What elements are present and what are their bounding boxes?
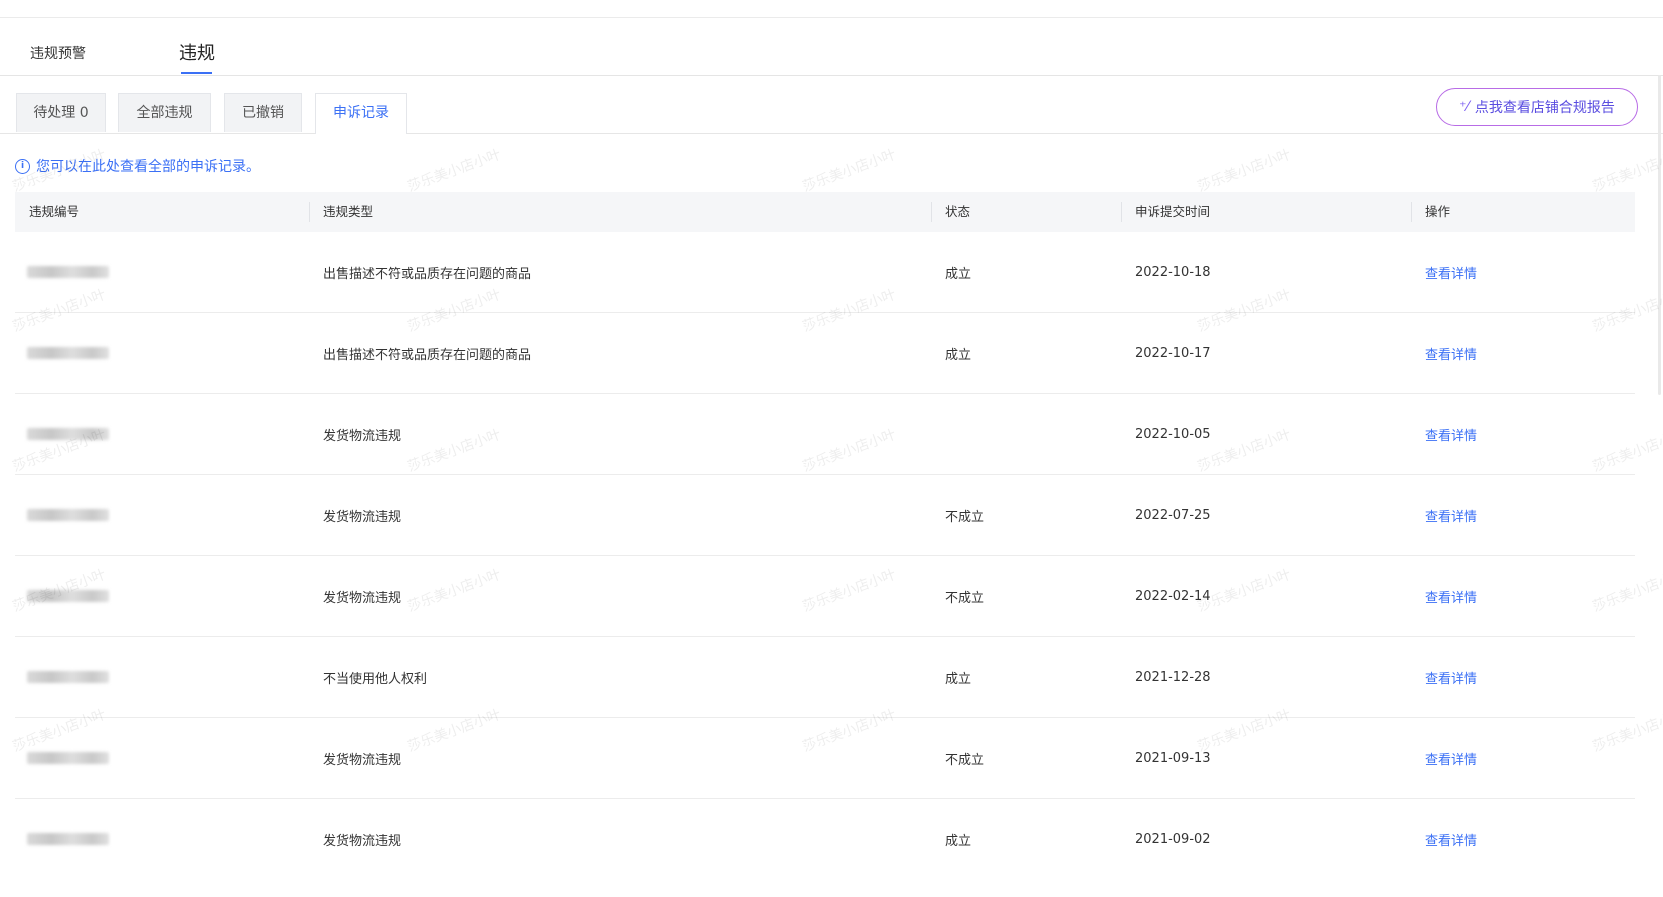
violation-type: 发货物流违规	[323, 509, 402, 525]
submit-time: 2022-10-18	[1135, 264, 1211, 280]
submit-time: 2022-10-05	[1135, 426, 1211, 442]
violation-id-redacted	[15, 752, 309, 764]
submit-time: 2021-12-28	[1135, 669, 1211, 685]
active-tab-indicator	[181, 72, 212, 74]
col-status: 状态	[931, 192, 1121, 232]
tab-violation-warning[interactable]: 违规预警	[30, 43, 86, 63]
col-submit-time: 申诉提交时间	[1121, 192, 1411, 232]
watermark: 莎乐美小店小叶	[1195, 146, 1294, 196]
violation-type: 发货物流违规	[323, 833, 402, 849]
watermark: 莎乐美小店小叶	[800, 146, 899, 196]
table-row: 发货物流违规 不成立 2022-07-25 查看详情	[15, 475, 1635, 556]
view-details-link[interactable]: 查看详情	[1411, 263, 1635, 282]
violation-type: 发货物流违规	[323, 590, 402, 606]
view-details-link[interactable]: 查看详情	[1411, 668, 1635, 687]
subtab-revoked[interactable]: 已撤销	[224, 93, 302, 132]
table-row: 出售描述不符或品质存在问题的商品 成立 2022-10-17 查看详情	[15, 313, 1635, 394]
view-details-link[interactable]: 查看详情	[1411, 344, 1635, 363]
violation-type: 出售描述不符或品质存在问题的商品	[323, 347, 532, 363]
col-violation-id: 违规编号	[29, 204, 80, 219]
status: 成立	[945, 266, 972, 282]
submit-time: 2022-07-25	[1135, 507, 1211, 523]
subtab-all-violations[interactable]: 全部违规	[118, 93, 211, 132]
scrollbar[interactable]	[1658, 75, 1661, 395]
submit-time: 2022-02-14	[1135, 588, 1211, 604]
violation-type: 发货物流违规	[323, 428, 402, 444]
subtab-pending[interactable]: 待处理 0	[16, 93, 106, 132]
violation-id-redacted	[15, 590, 309, 602]
status: 成立	[945, 671, 972, 687]
table-row: 不当使用他人权利 成立 2021-12-28 查看详情	[15, 637, 1635, 718]
view-details-link[interactable]: 查看详情	[1411, 506, 1635, 525]
tab-violation[interactable]: 违规	[179, 39, 215, 65]
main-tabs: 违规预警 违规	[0, 30, 1663, 76]
status: 成立	[945, 833, 972, 849]
status: 不成立	[945, 590, 985, 606]
col-violation-type: 违规类型	[309, 192, 931, 232]
info-text: 您可以在此处查看全部的申诉记录。	[36, 159, 260, 175]
page: 违规预警 违规 待处理 0 全部违规 已撤销 申诉记录 ⁺⁄ 点我查看店铺合规报…	[0, 0, 1663, 897]
sub-tabs: 待处理 0 全部违规 已撤销 申诉记录	[0, 93, 1663, 134]
violation-id-redacted	[15, 266, 309, 278]
watermark: 莎乐美小店小叶	[1590, 146, 1663, 196]
table-row: 发货物流违规 不成立 2021-09-13 查看详情	[15, 718, 1635, 799]
info-icon: i	[15, 158, 30, 174]
sparkle-icon: ⁺⁄	[1459, 99, 1469, 115]
violation-id-redacted	[15, 509, 309, 521]
appeal-table: 违规编号 违规类型 状态 申诉提交时间 操作 出售描述不符或品质存在问题的商品 …	[15, 192, 1635, 879]
table-body: 出售描述不符或品质存在问题的商品 成立 2022-10-18 查看详情 出售描述…	[15, 232, 1635, 879]
info-notice: i 您可以在此处查看全部的申诉记录。	[15, 156, 260, 176]
violation-type: 发货物流违规	[323, 752, 402, 768]
submit-time: 2021-09-13	[1135, 750, 1211, 766]
status: 成立	[945, 347, 972, 363]
table-row: 发货物流违规 不成立 2022-02-14 查看详情	[15, 556, 1635, 637]
top-divider	[0, 17, 1663, 18]
violation-type: 不当使用他人权利	[323, 671, 428, 687]
violation-id-redacted	[15, 833, 309, 845]
subtab-appeal-records[interactable]: 申诉记录	[315, 93, 407, 134]
view-details-link[interactable]: 查看详情	[1411, 587, 1635, 606]
table-row: 发货物流违规 2022-10-05 查看详情	[15, 394, 1635, 475]
submit-time: 2021-09-02	[1135, 831, 1211, 847]
watermark: 莎乐美小店小叶	[405, 146, 504, 196]
violation-type: 出售描述不符或品质存在问题的商品	[323, 266, 532, 282]
col-action: 操作	[1411, 192, 1635, 232]
compliance-report-label: 点我查看店铺合规报告	[1474, 100, 1615, 116]
compliance-report-button[interactable]: ⁺⁄ 点我查看店铺合规报告	[1436, 88, 1638, 126]
table-row: 出售描述不符或品质存在问题的商品 成立 2022-10-18 查看详情	[15, 232, 1635, 313]
view-details-link[interactable]: 查看详情	[1411, 425, 1635, 444]
view-details-link[interactable]: 查看详情	[1411, 749, 1635, 768]
table-header: 违规编号 违规类型 状态 申诉提交时间 操作	[15, 192, 1635, 232]
status: 不成立	[945, 509, 985, 525]
status: 不成立	[945, 752, 985, 768]
violation-id-redacted	[15, 671, 309, 683]
violation-id-redacted	[15, 428, 309, 440]
table-row: 发货物流违规 成立 2021-09-02 查看详情	[15, 799, 1635, 879]
violation-id-redacted	[15, 347, 309, 359]
submit-time: 2022-10-17	[1135, 345, 1211, 361]
view-details-link[interactable]: 查看详情	[1411, 830, 1635, 849]
